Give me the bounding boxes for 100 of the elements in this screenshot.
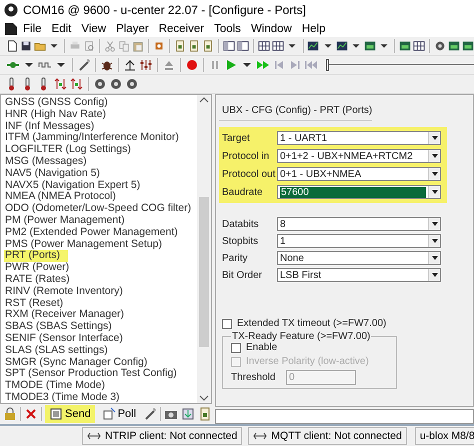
gear-icon[interactable] xyxy=(93,77,107,91)
scrollbar[interactable] xyxy=(197,95,211,403)
dropdown[interactable]: LSB First xyxy=(277,268,441,282)
caret-icon xyxy=(430,254,438,262)
message-list-item[interactable]: RINV (Remote Inventory) xyxy=(4,286,131,298)
download-icon[interactable] xyxy=(181,407,196,421)
field-label: Target xyxy=(222,132,251,144)
checkbox[interactable]: Extended TX timeout (>=FW7.00) xyxy=(222,318,386,329)
menu-item[interactable]: View xyxy=(76,22,112,34)
message-list-item[interactable]: SBAS (SBAS Settings) xyxy=(4,321,120,333)
gear-icon[interactable] xyxy=(434,39,446,53)
arrows-icon[interactable] xyxy=(54,77,68,91)
menu-item[interactable]: Window xyxy=(246,22,297,34)
screen-icon[interactable] xyxy=(398,39,411,53)
tx-ready-group: TX-Ready Feature (>=FW7.00) Enable Inverse Polarity (low-active) Threshold 0 xyxy=(222,331,397,389)
record-icon[interactable] xyxy=(185,58,199,72)
window-icon[interactable] xyxy=(223,39,236,53)
connection-icon xyxy=(87,430,101,440)
playback-slider[interactable] xyxy=(326,58,474,72)
menu-item[interactable]: Tools xyxy=(209,22,246,34)
dropdown[interactable]: 1 xyxy=(277,234,441,248)
dropdown[interactable]: 0+1 - UBX+NMEA xyxy=(277,167,441,181)
arrows-icon[interactable] xyxy=(70,77,84,91)
paste-icon[interactable] xyxy=(132,39,144,53)
message-list-item[interactable]: PM2 (Extended Power Management) xyxy=(4,226,186,239)
lock-icon[interactable] xyxy=(3,407,17,421)
message-list-item[interactable]: NMEA (NMEA Protocol) xyxy=(4,191,124,204)
message-list-item[interactable]: RST (Reset) xyxy=(4,298,72,310)
message-list-item[interactable]: PWR (Power) xyxy=(4,262,78,274)
message-list-item[interactable]: INF (Inf Messages) xyxy=(4,120,102,132)
field-label: Databits xyxy=(222,218,260,230)
wand-icon[interactable] xyxy=(143,407,158,421)
grid-icon[interactable] xyxy=(412,39,425,53)
message-list-item[interactable]: LOGFILTER (Log Settings) xyxy=(4,144,139,156)
dropdown[interactable]: None xyxy=(277,251,441,265)
message-list-item[interactable]: NAVX5 (Navigation Expert 5) xyxy=(4,180,148,192)
document-icon[interactable] xyxy=(188,39,200,53)
app-logo-icon xyxy=(4,3,18,17)
dropdown[interactable]: 57600 xyxy=(277,185,441,199)
message-list-item[interactable]: RATE (Rates) xyxy=(4,274,78,286)
caret-icon xyxy=(430,271,438,279)
checkbox[interactable]: Enable xyxy=(231,342,278,353)
chart-icon[interactable] xyxy=(336,39,348,53)
chart-icon[interactable] xyxy=(307,39,320,53)
window-icon[interactable] xyxy=(237,39,250,53)
screen-icon[interactable] xyxy=(462,39,474,53)
document-icon[interactable] xyxy=(174,39,186,53)
message-list-item[interactable]: SLAS (SLAS settings) xyxy=(4,344,116,357)
message-list-item[interactable]: HNR (High Nav Rate) xyxy=(4,108,114,121)
menu-item[interactable]: Player xyxy=(111,22,154,34)
new-file-icon[interactable] xyxy=(6,39,18,53)
sliders-icon[interactable] xyxy=(139,58,153,72)
dropdown[interactable]: 0+1+2 - UBX+NMEA+RTCM2 xyxy=(277,149,441,163)
close-icon[interactable] xyxy=(24,407,38,421)
message-list-item[interactable]: ITFM (Jamming/Interference Monitor) xyxy=(4,132,187,144)
message-list-item[interactable]: TMODE (Time Mode) xyxy=(4,380,113,392)
scroll-down-icon[interactable] xyxy=(198,393,210,403)
caret-icon xyxy=(430,220,438,228)
message-list-item[interactable]: NAV5 (Navigation 5) xyxy=(4,168,108,180)
caret-icon xyxy=(430,237,438,245)
message-list-item[interactable]: PRT (Ports) xyxy=(4,250,68,262)
poll-icon xyxy=(102,407,116,421)
grid-icon[interactable] xyxy=(258,39,270,53)
field-label: Bit Order xyxy=(222,270,264,280)
menu-item[interactable]: Help xyxy=(296,22,330,34)
menu-item[interactable]: Edit xyxy=(46,22,76,34)
poll-button[interactable]: Poll xyxy=(98,405,140,423)
dropdown[interactable]: 1 - UART1 xyxy=(277,131,441,145)
wand-icon[interactable] xyxy=(77,58,91,72)
preview-icon[interactable] xyxy=(83,39,96,53)
gear-icon[interactable] xyxy=(109,77,123,91)
document-icon[interactable] xyxy=(198,407,212,421)
message-list-item[interactable]: SMGR (Sync Manager Config) xyxy=(4,356,156,368)
message-list-item[interactable]: GNSS (GNSS Config) xyxy=(4,97,116,109)
message-list-item[interactable]: MSG (Messages) xyxy=(4,156,95,168)
caret-icon xyxy=(430,188,438,196)
grid-icon[interactable] xyxy=(272,39,284,53)
screen-icon[interactable] xyxy=(364,39,376,53)
menu-item[interactable]: Receiver xyxy=(154,22,210,34)
field-label: Stopbits xyxy=(222,236,260,246)
dropdown[interactable]: 8 xyxy=(277,217,441,231)
message-list-item[interactable]: ODO (Odometer/Low-Speed COG filter) xyxy=(4,203,197,215)
screen-icon[interactable] xyxy=(448,39,460,53)
field-label: Parity xyxy=(222,252,249,264)
send-button[interactable]: Send xyxy=(45,405,95,423)
gear-icon[interactable] xyxy=(125,77,139,91)
scroll-up-icon[interactable] xyxy=(198,95,210,105)
message-list-item[interactable]: RXM (Receiver Manager) xyxy=(4,309,132,322)
status-field: u-blox M8/8 xyxy=(414,426,474,444)
message-list-item[interactable]: SENIF (Sensor Interface) xyxy=(4,332,131,345)
message-list-item[interactable]: PMS (Power Management Setup) xyxy=(4,238,170,250)
message-list-item[interactable]: SPT (Sensor Production Test Config) xyxy=(4,368,185,380)
status-field: NTRIP client: Not connected xyxy=(82,426,242,444)
message-list-item[interactable]: TMODE3 (Time Mode 3) xyxy=(4,392,128,403)
message-list-item[interactable]: PM (Power Management) xyxy=(4,214,133,227)
send-icon xyxy=(49,407,63,421)
document-icon[interactable] xyxy=(202,39,214,53)
save-icon[interactable] xyxy=(20,39,32,53)
menu-item[interactable]: File xyxy=(18,22,47,34)
antenna-icon[interactable] xyxy=(123,58,137,72)
